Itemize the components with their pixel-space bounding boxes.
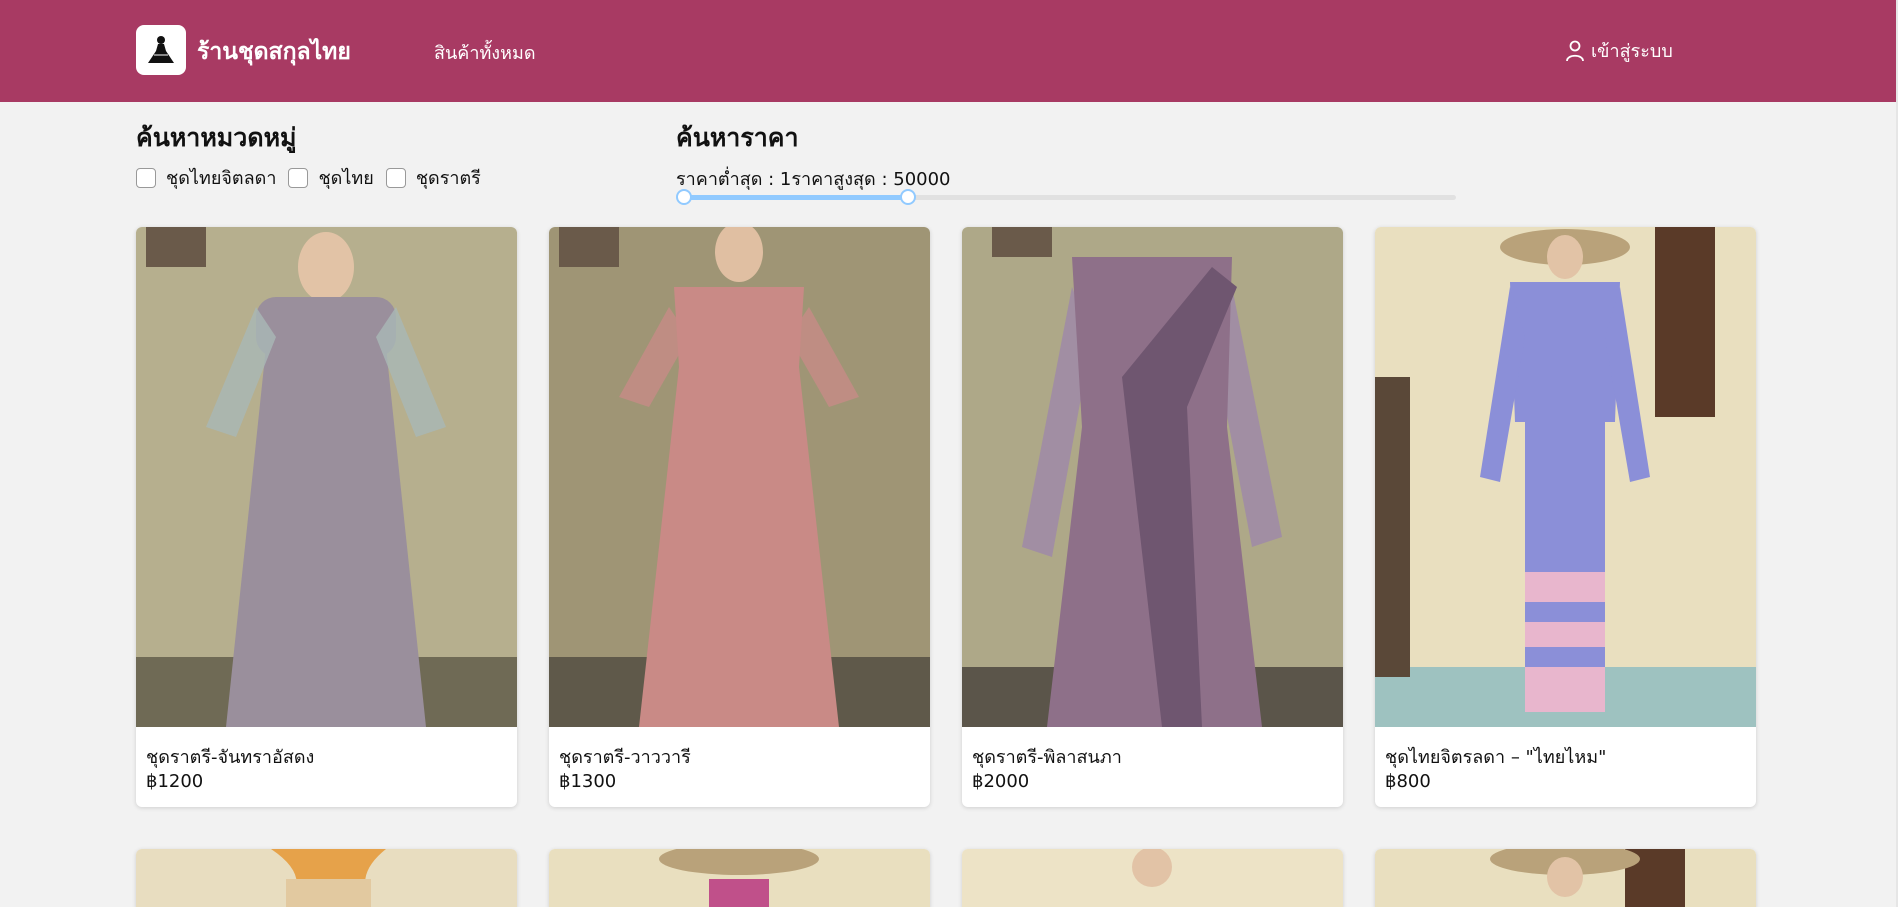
category-label-thai[interactable]: ชุดไทย bbox=[318, 163, 373, 192]
login-button[interactable]: เข้าสู่ระบบ bbox=[1565, 36, 1673, 65]
price-slider-track[interactable] bbox=[684, 195, 908, 200]
product-photo[interactable] bbox=[549, 227, 930, 727]
product-card[interactable]: ชุดไทยจิตรลดา – "ไทยไหม" ฿800 bbox=[1375, 227, 1756, 807]
product-price: ฿1300 bbox=[559, 771, 617, 792]
login-label: เข้าสู่ระบบ bbox=[1591, 41, 1673, 62]
product-photo[interactable] bbox=[962, 227, 1343, 727]
product-card[interactable] bbox=[549, 849, 930, 907]
dress-logo-icon bbox=[148, 36, 174, 63]
product-photo[interactable] bbox=[962, 849, 1343, 907]
product-name[interactable]: ชุดราตรี-วาววารี bbox=[559, 742, 691, 771]
product-price: ฿1200 bbox=[146, 771, 204, 792]
product-card[interactable] bbox=[1375, 849, 1756, 907]
category-filter-heading: ค้นหาหมวดหมู่ bbox=[136, 123, 297, 152]
category-checkbox-chitlada[interactable] bbox=[136, 167, 156, 188]
product-card[interactable]: ชุดราตรี-พิลาสนภา ฿2000 bbox=[962, 227, 1343, 807]
category-label-evening[interactable]: ชุดราตรี bbox=[416, 163, 481, 192]
product-card[interactable] bbox=[136, 849, 517, 907]
product-price: ฿2000 bbox=[972, 771, 1030, 792]
price-filter-heading: ค้นหาราคา bbox=[676, 123, 799, 152]
product-card[interactable] bbox=[962, 849, 1343, 907]
product-name[interactable]: ชุดไทยจิตรลดา – "ไทยไหม" bbox=[1385, 742, 1606, 771]
category-label-chitlada[interactable]: ชุดไทยจิตลดา bbox=[166, 163, 276, 192]
product-photo[interactable] bbox=[1375, 227, 1756, 727]
nav-all-products-link[interactable]: สินค้าทั้งหมด bbox=[434, 38, 536, 67]
store-logo[interactable] bbox=[136, 25, 186, 75]
category-checkbox-thai[interactable] bbox=[288, 167, 309, 188]
product-photo[interactable] bbox=[549, 849, 930, 907]
category-checkbox-evening[interactable] bbox=[385, 167, 406, 188]
product-photo[interactable] bbox=[136, 849, 517, 907]
product-card[interactable]: ชุดราตรี-จันทราอัสดง ฿1200 bbox=[136, 227, 517, 807]
price-slider-max-handle[interactable] bbox=[899, 189, 916, 205]
product-card[interactable]: ชุดราตรี-วาววารี ฿1300 bbox=[549, 227, 930, 807]
price-slider-min-handle[interactable] bbox=[676, 189, 692, 205]
category-checkbox-group: ชุดไทยจิตลดา ชุดไทย ชุดราตรี bbox=[136, 163, 493, 192]
brand-name[interactable]: ร้านชุดสกุลไทย bbox=[197, 34, 351, 70]
product-name[interactable]: ชุดราตรี-จันทราอัสดง bbox=[146, 742, 314, 771]
product-price: ฿800 bbox=[1385, 771, 1431, 792]
user-icon bbox=[1566, 40, 1584, 61]
product-name[interactable]: ชุดราตรี-พิลาสนภา bbox=[972, 742, 1122, 771]
product-photo[interactable] bbox=[1375, 849, 1756, 907]
product-photo[interactable] bbox=[136, 227, 517, 727]
